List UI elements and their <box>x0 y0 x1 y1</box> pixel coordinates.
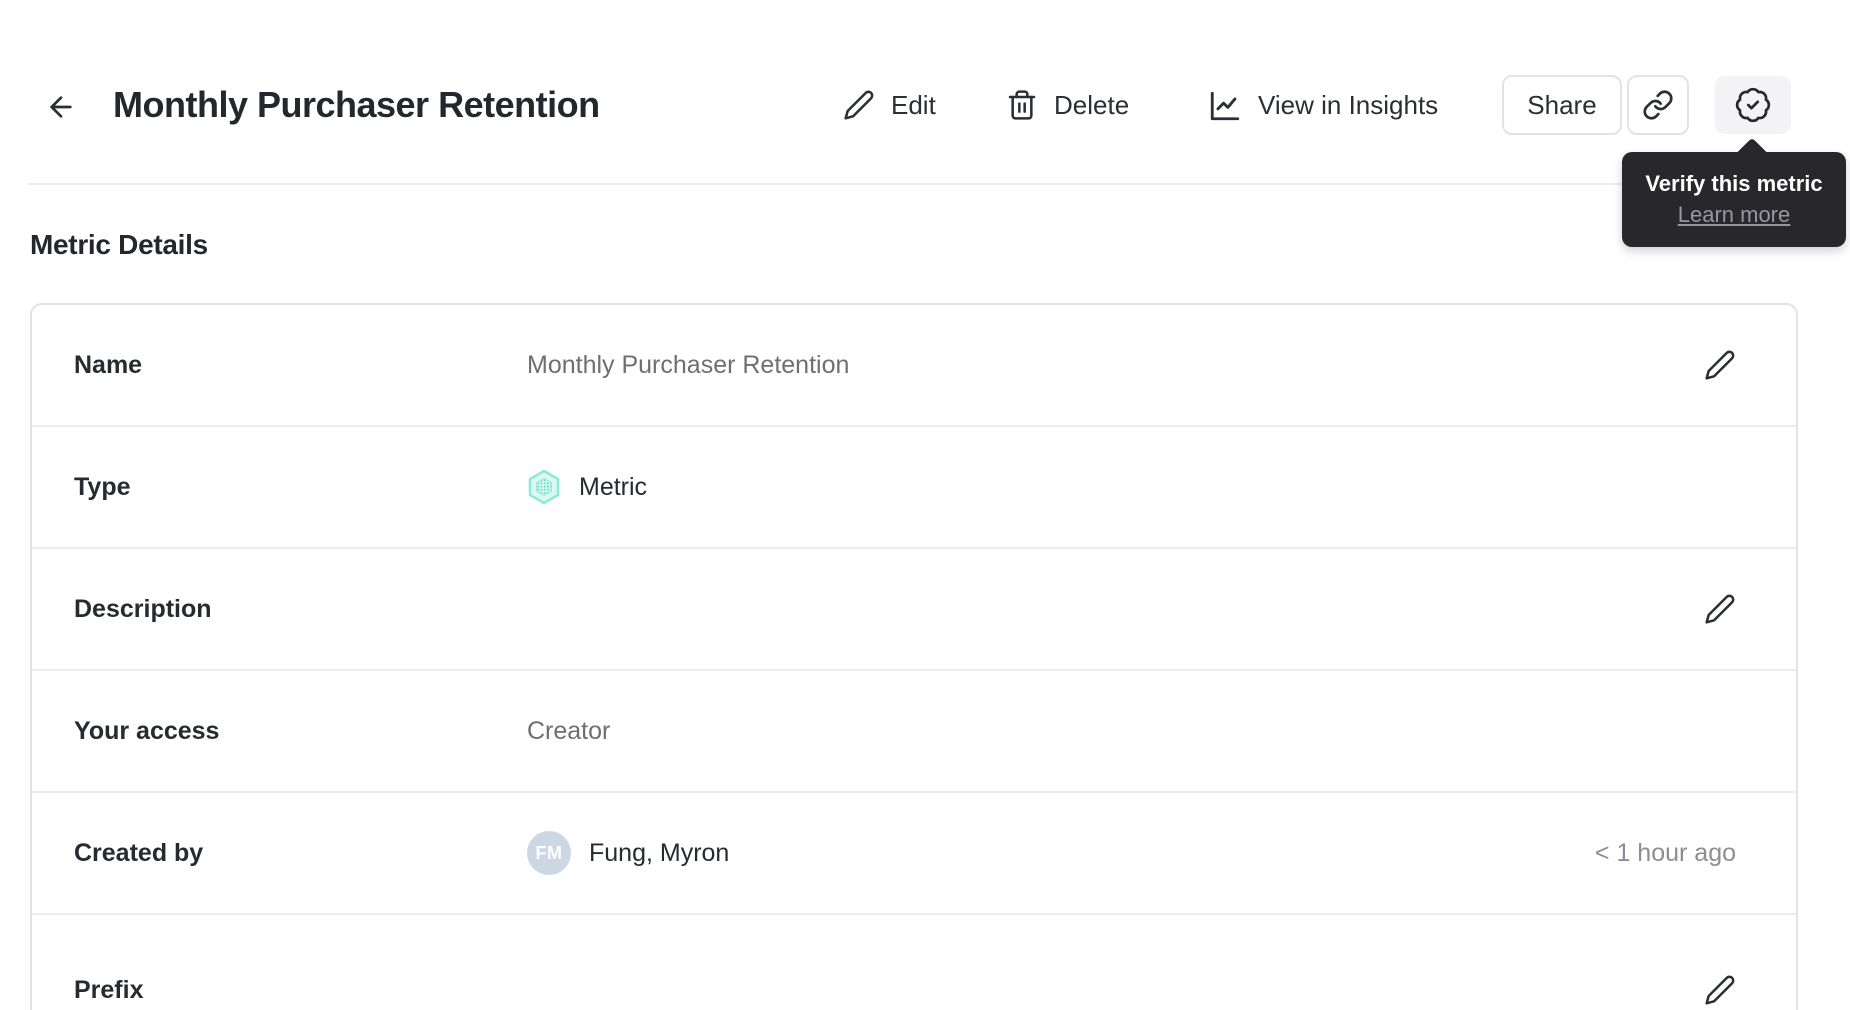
copy-link-button[interactable] <box>1627 75 1689 135</box>
share-button-label: Share <box>1527 89 1597 120</box>
pencil-icon <box>1704 593 1736 625</box>
page-title: Monthly Purchaser Retention <box>113 84 600 125</box>
edit-description-button[interactable] <box>1698 587 1742 631</box>
detail-row-name: Name Monthly Purchaser Retention <box>32 305 1796 427</box>
created-by-value-group: FM Fung, Myron <box>527 831 729 875</box>
verify-metric-button[interactable] <box>1715 76 1791 134</box>
verify-tooltip: Verify this metric Learn more <box>1622 137 1846 247</box>
edit-action[interactable]: Edit <box>843 75 936 135</box>
pencil-icon <box>843 89 875 121</box>
tooltip-title: Verify this metric <box>1645 171 1823 196</box>
view-in-insights-label: View in Insights <box>1258 89 1439 120</box>
link-icon <box>1642 89 1674 121</box>
type-value-group: Metric <box>527 469 647 505</box>
row-label: Prefix <box>74 975 144 1004</box>
delete-action[interactable]: Delete <box>1006 75 1129 135</box>
pencil-icon <box>1704 349 1736 381</box>
verify-badge-icon <box>1734 86 1772 124</box>
row-label: Type <box>74 472 131 501</box>
row-value: Monthly Purchaser Retention <box>527 350 850 379</box>
detail-row-description: Description <box>32 549 1796 671</box>
share-button[interactable]: Share <box>1502 75 1622 135</box>
header-divider <box>28 183 1822 185</box>
row-value: Creator <box>527 716 611 745</box>
edit-prefix-button[interactable] <box>1698 968 1742 1010</box>
trash-icon <box>1006 89 1038 121</box>
detail-row-type: Type Metric <box>32 427 1796 549</box>
row-label: Name <box>74 350 143 379</box>
avatar: FM <box>527 831 571 875</box>
edit-action-label: Edit <box>891 89 936 120</box>
metric-details-card: Name Monthly Purchaser Retention Type Me… <box>30 303 1798 1010</box>
metric-details-page: Monthly Purchaser Retention Edit Delete … <box>0 0 1850 1010</box>
delete-action-label: Delete <box>1054 89 1130 120</box>
line-chart-icon <box>1208 89 1240 121</box>
detail-row-prefix: Prefix <box>32 915 1796 1010</box>
pencil-icon <box>1704 974 1736 1006</box>
section-title: Metric Details <box>30 229 208 260</box>
back-button[interactable] <box>42 89 80 125</box>
row-value: Fung, Myron <box>589 838 730 867</box>
row-label: Created by <box>74 838 204 867</box>
created-timestamp: < 1 hour ago <box>1594 838 1736 867</box>
metric-hexagon-icon <box>527 469 561 505</box>
detail-row-your-access: Your access Creator <box>32 671 1796 793</box>
row-label: Your access <box>74 716 220 745</box>
row-value: Metric <box>579 472 648 501</box>
page-header: Monthly Purchaser Retention Edit Delete … <box>0 0 1850 185</box>
tooltip-learn-more-link[interactable]: Learn more <box>1678 202 1791 228</box>
edit-name-button[interactable] <box>1698 343 1742 387</box>
row-label: Description <box>74 594 212 623</box>
arrow-left-icon <box>45 91 77 123</box>
detail-row-created-by: Created by FM Fung, Myron < 1 hour ago <box>32 793 1796 915</box>
view-in-insights-action[interactable]: View in Insights <box>1208 75 1438 135</box>
